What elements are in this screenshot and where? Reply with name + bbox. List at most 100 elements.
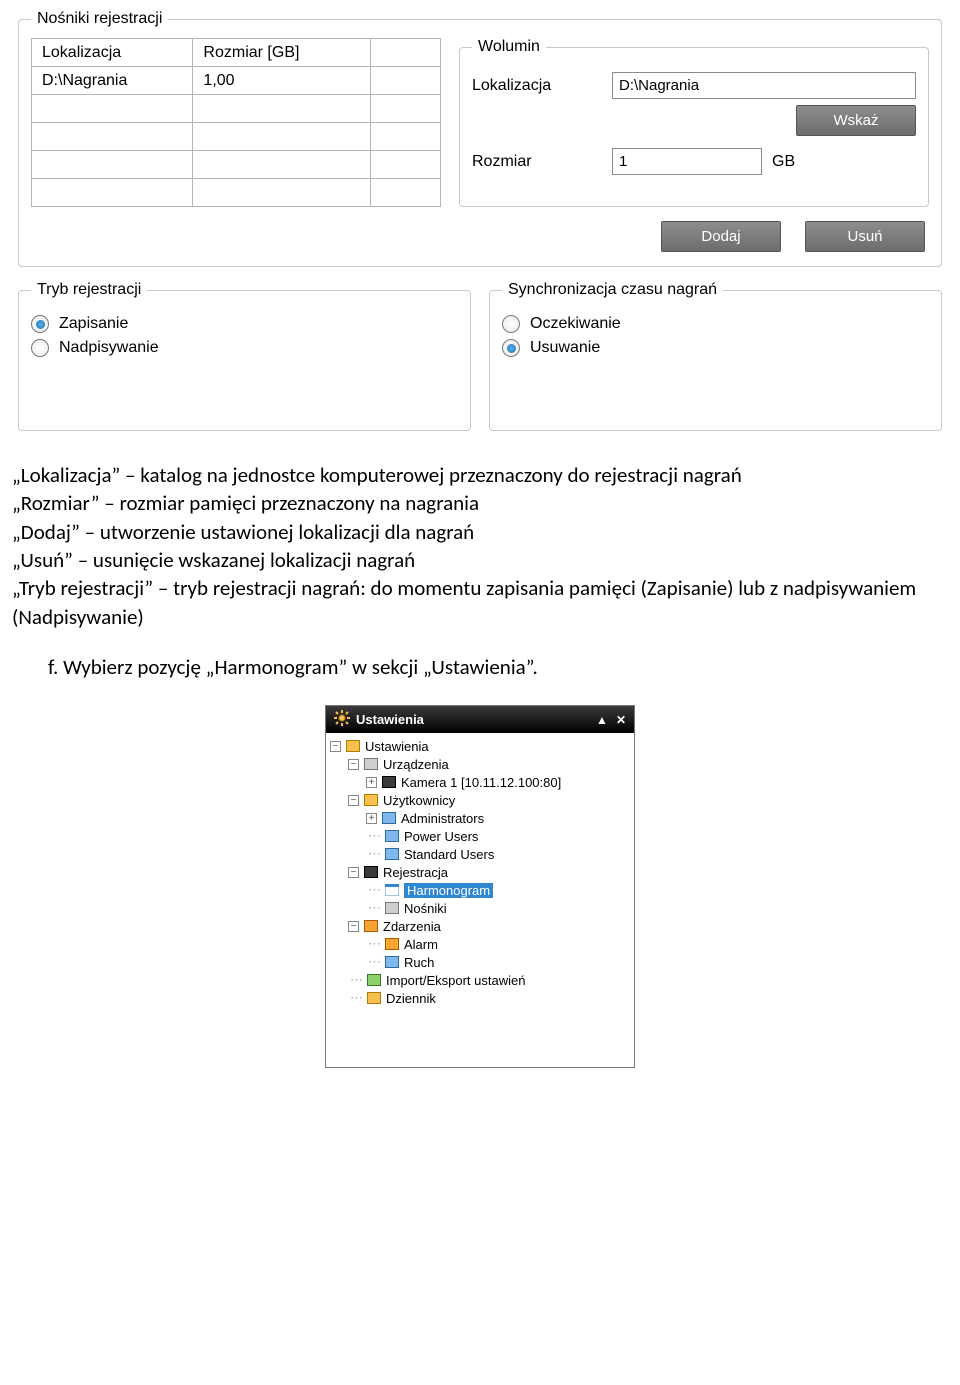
- tree-node-power-users[interactable]: ⋯ Power Users: [330, 827, 630, 845]
- disk-icon: [384, 900, 400, 916]
- lokalizacja-input[interactable]: [612, 72, 916, 99]
- radio-usuwanie[interactable]: Usuwanie: [502, 339, 929, 357]
- tree-node-nosniki[interactable]: ⋯ Nośniki: [330, 899, 630, 917]
- table-row[interactable]: D:\Nagrania 1,00: [32, 67, 441, 95]
- radio-label: Nadpisywanie: [59, 339, 159, 357]
- radio-unselected-icon: [502, 315, 520, 333]
- tree-node-import-export[interactable]: ⋯ Import/Eksport ustawień: [330, 971, 630, 989]
- radio-label: Usuwanie: [530, 339, 600, 357]
- log-icon: [366, 990, 382, 1006]
- tree-node-rejestracja[interactable]: − Rejestracja: [330, 863, 630, 881]
- cell-lokalizacja: D:\Nagrania: [32, 67, 193, 95]
- tree-label: Alarm: [404, 937, 438, 952]
- collapse-toggle-icon[interactable]: −: [348, 759, 359, 770]
- tree-body: − Ustawienia − Urządzenia + Kamera 1 [10…: [326, 733, 634, 1067]
- nosniki-group: Nośniki rejestracji Lokalizacja Rozmiar …: [18, 10, 942, 267]
- tryb-legend: Tryb rejestracji: [31, 281, 147, 299]
- tree-node-kamera[interactable]: + Kamera 1 [10.11.12.100:80]: [330, 773, 630, 791]
- wolumin-group: Wolumin Lokalizacja Wskaż Rozmiar GB: [459, 38, 929, 207]
- tree-node-administrators[interactable]: + Administrators: [330, 809, 630, 827]
- rozmiar-unit: GB: [772, 153, 795, 171]
- col-empty[interactable]: [371, 39, 441, 67]
- usun-button[interactable]: Usuń: [805, 221, 925, 252]
- media-table: Lokalizacja Rozmiar [GB] D:\Nagrania 1,0…: [31, 38, 441, 207]
- collapse-icon[interactable]: ▲: [596, 713, 608, 727]
- tree-node-zdarzenia[interactable]: − Zdarzenia: [330, 917, 630, 935]
- wolumin-legend: Wolumin: [472, 38, 546, 56]
- tree-node-dziennik[interactable]: ⋯ Dziennik: [330, 989, 630, 1007]
- tree-node-harmonogram[interactable]: ⋯ Harmonogram: [330, 881, 630, 899]
- description-text: „Lokalizacja” – katalog na jednostce kom…: [12, 461, 948, 681]
- tree-label: Standard Users: [404, 847, 494, 862]
- tree-label: Ruch: [404, 955, 434, 970]
- tree-label: Dziennik: [386, 991, 436, 1006]
- collapse-toggle-icon[interactable]: −: [348, 795, 359, 806]
- panel-titlebar[interactable]: Ustawienia ▲ ✕: [326, 706, 634, 733]
- radio-unselected-icon: [31, 339, 49, 357]
- tree-node-standard-users[interactable]: ⋯ Standard Users: [330, 845, 630, 863]
- tree-label-selected: Harmonogram: [404, 883, 493, 898]
- table-header-row: Lokalizacja Rozmiar [GB]: [32, 39, 441, 67]
- events-icon: [363, 918, 379, 934]
- import-export-icon: [366, 972, 382, 988]
- tree-label: Użytkownicy: [383, 793, 455, 808]
- collapse-toggle-icon[interactable]: −: [348, 921, 359, 932]
- gear-icon: [334, 710, 350, 729]
- radio-nadpisywanie[interactable]: Nadpisywanie: [31, 339, 458, 357]
- settings-panel: Ustawienia ▲ ✕ − Ustawienia − Urządzenia…: [325, 705, 635, 1068]
- alarm-icon: [384, 936, 400, 952]
- user-icon: [384, 846, 400, 862]
- panel-title: Ustawienia: [356, 712, 588, 727]
- tree-node-ustawienia[interactable]: − Ustawienia: [330, 737, 630, 755]
- motion-icon: [384, 954, 400, 970]
- tree-label: Ustawienia: [365, 739, 429, 754]
- wskaz-button[interactable]: Wskaż: [796, 105, 916, 136]
- sync-group: Synchronizacja czasu nagrań Oczekiwanie …: [489, 281, 942, 431]
- collapse-toggle-icon[interactable]: −: [348, 867, 359, 878]
- radio-zapisanie[interactable]: Zapisanie: [31, 315, 458, 333]
- radio-label: Zapisanie: [59, 315, 128, 333]
- tree-label: Zdarzenia: [383, 919, 441, 934]
- tree-node-uzytkownicy[interactable]: − Użytkownicy: [330, 791, 630, 809]
- user-icon: [384, 828, 400, 844]
- tree-label: Nośniki: [404, 901, 447, 916]
- lokalizacja-label: Lokalizacja: [472, 77, 612, 95]
- tree-label: Urządzenia: [383, 757, 449, 772]
- collapse-toggle-icon[interactable]: −: [330, 741, 341, 752]
- tree-node-urzadzenia[interactable]: − Urządzenia: [330, 755, 630, 773]
- tree-label: Kamera 1 [10.11.12.100:80]: [401, 775, 561, 790]
- radio-selected-icon: [31, 315, 49, 333]
- folder-icon: [345, 738, 361, 754]
- table-row[interactable]: [32, 123, 441, 151]
- record-icon: [363, 864, 379, 880]
- tree-node-ruch[interactable]: ⋯ Ruch: [330, 953, 630, 971]
- tree-label: Administrators: [401, 811, 484, 826]
- tree-label: Power Users: [404, 829, 478, 844]
- cell-rozmiar: 1,00: [193, 67, 371, 95]
- users-icon: [363, 792, 379, 808]
- col-lokalizacja[interactable]: Lokalizacja: [32, 39, 193, 67]
- tree-node-alarm[interactable]: ⋯ Alarm: [330, 935, 630, 953]
- expand-toggle-icon[interactable]: +: [366, 777, 377, 788]
- rozmiar-label: Rozmiar: [472, 153, 612, 171]
- expand-toggle-icon[interactable]: +: [366, 813, 377, 824]
- tryb-group: Tryb rejestracji Zapisanie Nadpisywanie: [18, 281, 471, 431]
- tree-label: Import/Eksport ustawień: [386, 973, 525, 988]
- device-icon: [363, 756, 379, 772]
- close-icon[interactable]: ✕: [616, 713, 626, 727]
- tree-label: Rejestracja: [383, 865, 448, 880]
- radio-label: Oczekiwanie: [530, 315, 621, 333]
- table-row[interactable]: [32, 179, 441, 207]
- radio-oczekiwanie[interactable]: Oczekiwanie: [502, 315, 929, 333]
- table-row[interactable]: [32, 95, 441, 123]
- nosniki-legend: Nośniki rejestracji: [31, 10, 168, 28]
- camera-icon: [381, 774, 397, 790]
- dodaj-button[interactable]: Dodaj: [661, 221, 781, 252]
- user-icon: [381, 810, 397, 826]
- step-f: f. Wybierz pozycję „Harmonogram” w sekcj…: [48, 653, 948, 681]
- calendar-icon: [384, 882, 400, 898]
- table-row[interactable]: [32, 151, 441, 179]
- radio-selected-icon: [502, 339, 520, 357]
- col-rozmiar[interactable]: Rozmiar [GB]: [193, 39, 371, 67]
- rozmiar-input[interactable]: [612, 148, 762, 175]
